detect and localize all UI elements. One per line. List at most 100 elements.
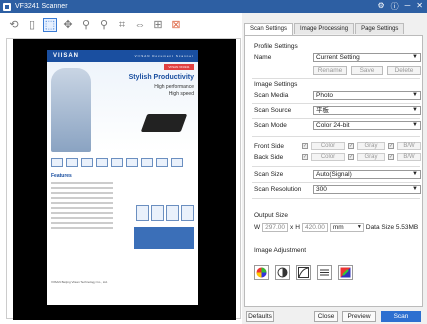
front-bw-option[interactable]: B/W — [397, 142, 421, 150]
tab-scan-settings[interactable]: Scan Settings — [244, 23, 294, 35]
color-wheel-icon[interactable] — [254, 265, 269, 280]
chevron-down-icon: ▼ — [412, 171, 418, 177]
doc-header: VIISAN VIISAN Document Scanner — [47, 50, 198, 62]
delete-button[interactable]: Delete — [387, 66, 421, 75]
back-side-label: Back Side — [254, 154, 284, 161]
front-bw-checkbox[interactable]: ✓ — [388, 143, 394, 149]
doc-text-line — [51, 202, 113, 204]
back-bw-checkbox[interactable]: ✓ — [388, 154, 394, 160]
doc-feature-icon — [51, 158, 63, 167]
select-icon[interactable]: ⬚ — [43, 18, 57, 32]
divider — [252, 78, 420, 79]
window-controls: ⚙ ⓘ ─ ✕ — [377, 1, 423, 12]
defaults-button[interactable]: Defaults — [246, 311, 274, 322]
back-gray-option[interactable]: Gray — [357, 153, 385, 161]
chevron-down-icon: ▼ — [412, 186, 418, 192]
height-input[interactable]: 420.00 — [301, 223, 328, 232]
front-color-checkbox[interactable]: ✓ — [302, 143, 308, 149]
back-color-checkbox[interactable]: ✓ — [302, 154, 308, 160]
divider — [252, 118, 420, 119]
data-size-label: Data Size 5.53MB — [365, 224, 419, 231]
zoom-out-icon[interactable]: ⚲ — [98, 19, 110, 31]
doc-tagline-2: High performance — [154, 84, 194, 90]
doc-thumb — [136, 205, 149, 221]
doc-features: Features VIISAN Beijing Viisan Technolog… — [47, 169, 198, 284]
doc-brand-sub: VIISAN Document Scanner — [134, 54, 194, 58]
scan-size-value: Auto(Signal) — [316, 171, 352, 178]
doc-scanner-image — [140, 114, 188, 132]
profile-name-select[interactable]: Current Setting ▼ — [313, 53, 421, 62]
zoom-in-icon[interactable]: ⚲ — [80, 19, 92, 31]
back-gray-checkbox[interactable]: ✓ — [348, 154, 354, 160]
doc-feature-icon — [96, 158, 108, 167]
page-icon[interactable]: ▯ — [26, 19, 38, 31]
scan-size-select[interactable]: Auto(Signal) ▼ — [313, 170, 421, 179]
doc-text-line — [51, 197, 113, 199]
doc-text-line — [51, 182, 113, 184]
color-balance-icon[interactable] — [338, 265, 353, 280]
front-gray-checkbox[interactable]: ✓ — [348, 143, 354, 149]
doc-text-line — [51, 212, 113, 214]
doc-model-tag: VIISAN VF3241 — [164, 64, 194, 70]
doc-feature-icon — [111, 158, 123, 167]
profile-settings-heading: Profile Settings — [254, 43, 298, 50]
doc-feature-icon — [126, 158, 138, 167]
info-icon[interactable]: ⓘ — [391, 1, 399, 12]
close-button[interactable]: Close — [314, 311, 338, 322]
tab-page-settings[interactable]: Page Settings — [355, 23, 405, 34]
chevron-down-icon: ▼ — [412, 54, 418, 60]
crop-icon[interactable]: ⌗ — [116, 19, 128, 31]
back-bw-option[interactable]: B/W — [397, 153, 421, 161]
scan-source-select[interactable]: 平板 ▼ — [313, 106, 421, 115]
unit-select[interactable]: mm ▼ — [329, 223, 364, 232]
doc-text-line — [51, 222, 113, 224]
curves-icon[interactable] — [296, 265, 311, 280]
name-label: Name — [254, 54, 272, 61]
scan-mode-select[interactable]: Color 24-bit ▼ — [313, 121, 421, 130]
delete-icon[interactable]: ⊠ — [170, 19, 182, 31]
doc-thumb — [151, 205, 164, 221]
pan-icon[interactable]: ✥ — [62, 19, 74, 31]
divider — [252, 166, 420, 167]
profile-name-value: Current Setting — [316, 54, 360, 61]
preview-button[interactable]: Preview — [342, 311, 376, 322]
doc-text-line — [51, 217, 113, 219]
scan-button[interactable]: Scan — [381, 311, 421, 322]
preview-area[interactable]: VIISAN VIISAN Document Scanner VIISAN VF… — [6, 38, 241, 320]
doc-tagline-3: High speed — [168, 91, 194, 97]
width-input[interactable]: 297.00 — [262, 223, 289, 232]
scan-mode-value: Color 24-bit — [316, 122, 350, 129]
doc-feature-icon — [141, 158, 153, 167]
settings-icon[interactable]: ⚙ — [377, 1, 384, 12]
front-gray-option[interactable]: Gray — [357, 142, 385, 150]
rename-button[interactable]: Rename — [313, 66, 347, 75]
front-color-option[interactable]: Color — [311, 142, 345, 150]
doc-feature-icon — [171, 158, 183, 167]
title-bar: VF3241 Scanner ⚙ ⓘ ─ ✕ — [0, 0, 427, 13]
levels-icon[interactable] — [317, 265, 332, 280]
doc-thumb — [166, 205, 179, 221]
settings-panel: Scan Settings Image Processing Page Sett… — [242, 13, 427, 324]
doc-text-line — [51, 192, 113, 194]
doc-text-line — [51, 227, 113, 229]
rotate-icon[interactable]: ⟲ — [8, 19, 20, 31]
doc-blue-box — [134, 227, 194, 249]
brightness-icon[interactable] — [275, 265, 290, 280]
save-button[interactable]: Save — [351, 66, 383, 75]
tab-image-processing[interactable]: Image Processing — [294, 23, 355, 34]
doc-tagline: Stylish Productivity — [128, 74, 194, 81]
scan-media-select[interactable]: Photo ▼ — [313, 91, 421, 100]
fit-width-icon[interactable]: ⇔ — [134, 19, 146, 31]
doc-person-image — [51, 68, 91, 152]
front-side-label: Front Side — [254, 143, 284, 150]
close-icon[interactable]: ✕ — [416, 1, 423, 12]
image-settings-heading: Image Settings — [254, 81, 298, 88]
scan-resolution-label: Scan Resolution — [254, 186, 302, 193]
scan-resolution-select[interactable]: 300 ▼ — [313, 185, 421, 194]
chevron-down-icon: ▼ — [412, 107, 418, 113]
minimize-icon[interactable]: ─ — [405, 1, 411, 12]
back-color-option[interactable]: Color — [311, 153, 345, 161]
width-label: W — [254, 224, 261, 231]
fit-page-icon[interactable]: ⊞ — [152, 19, 164, 31]
doc-thumbs — [136, 205, 194, 221]
